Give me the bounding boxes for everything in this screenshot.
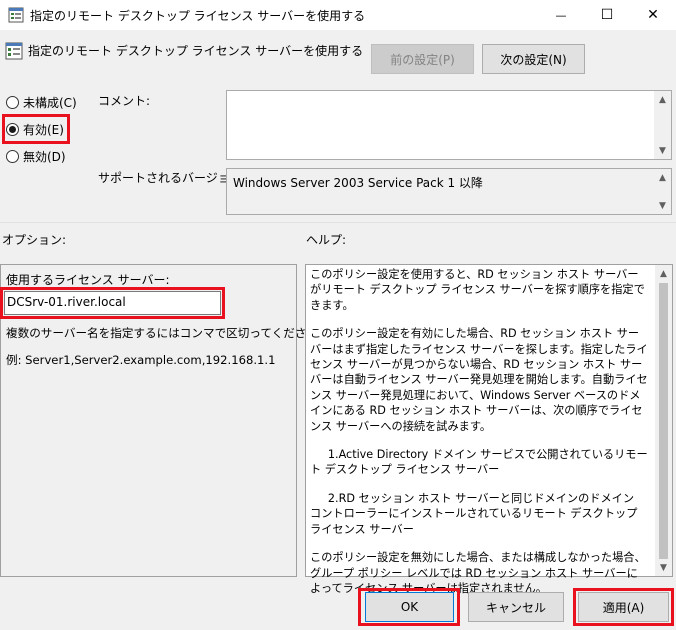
scroll-up-icon[interactable]: ▲ <box>654 91 671 108</box>
minimize-icon: — <box>555 8 567 22</box>
policy-settings-icon <box>5 42 23 60</box>
cancel-button[interactable]: キャンセル <box>468 592 564 622</box>
close-icon: ✕ <box>647 7 659 23</box>
comment-scrollbar[interactable]: ▲ ▼ <box>654 91 671 159</box>
policy-title: 指定のリモート デスクトップ ライセンス サーバーを使用する <box>28 44 364 58</box>
license-server-example: 例: Server1,Server2.example.com,192.168.1… <box>6 353 276 367</box>
help-scrollbar[interactable]: ▲ ▼ <box>655 265 672 576</box>
maximize-button[interactable]: ☐ <box>584 0 630 30</box>
scroll-down-icon[interactable]: ▼ <box>655 559 672 576</box>
next-setting-label: 次の設定(N) <box>500 52 567 67</box>
window-title: 指定のリモート デスクトップ ライセンス サーバーを使用する <box>30 9 366 23</box>
help-paragraph: このポリシー設定を使用すると、RD セッション ホスト サーバーがリモート デス… <box>310 268 645 312</box>
supported-label: サポートされるバージョン: <box>98 171 246 185</box>
comment-label: コメント: <box>98 94 151 108</box>
ok-label: OK <box>400 600 419 614</box>
prev-setting-button[interactable]: 前の設定(P) <box>371 44 474 74</box>
options-section-label: オプション: <box>2 233 67 247</box>
help-section-label: ヘルプ: <box>306 233 347 247</box>
section-divider <box>0 222 676 223</box>
apply-label: 適用(A) <box>602 600 645 615</box>
minimize-button[interactable]: — <box>538 0 584 30</box>
cancel-label: キャンセル <box>485 600 546 615</box>
next-setting-button[interactable]: 次の設定(N) <box>482 44 585 74</box>
radio-enabled[interactable]: 有効(E) <box>6 120 64 138</box>
radio-label: 未構成(C) <box>23 95 77 110</box>
license-server-label: 使用するライセンス サーバー: <box>6 273 170 287</box>
supported-scrollbar[interactable]: ▲ ▼ <box>654 169 671 214</box>
comment-textarea[interactable]: ▲ ▼ <box>226 90 672 160</box>
radio-not-configured[interactable]: 未構成(C) <box>6 93 77 111</box>
radio-disabled[interactable]: 無効(D) <box>6 147 66 165</box>
radio-circle-icon <box>6 95 19 109</box>
scroll-down-icon[interactable]: ▼ <box>654 142 671 159</box>
help-paragraph: 1.Active Directory ドメイン サービスで公開されているリモート… <box>310 448 648 477</box>
scroll-up-icon[interactable]: ▲ <box>655 265 672 282</box>
ok-button[interactable]: OK <box>365 592 454 622</box>
close-button[interactable]: ✕ <box>630 0 676 30</box>
radio-selected-icon <box>6 122 19 136</box>
radio-circle-icon <box>6 149 19 163</box>
policy-settings-icon <box>8 7 24 23</box>
help-paragraph: 2.RD セッション ホスト サーバーと同じドメインのドメイン コントローラーに… <box>310 491 638 536</box>
scroll-down-icon[interactable]: ▼ <box>654 197 671 214</box>
license-server-input[interactable]: DCSrv-01.river.local <box>4 291 221 315</box>
scroll-up-icon[interactable]: ▲ <box>654 169 671 186</box>
prev-setting-label: 前の設定(P) <box>390 52 455 67</box>
apply-button[interactable]: 適用(A) <box>578 592 669 622</box>
supported-box: Windows Server 2003 Service Pack 1 以降 ▲ … <box>226 168 672 215</box>
title-bar: 指定のリモート デスクトップ ライセンス サーバーを使用する — ☐ ✕ <box>0 0 676 30</box>
maximize-icon: ☐ <box>600 7 614 23</box>
help-paragraph: このポリシー設定を有効にした場合、RD セッション ホスト サーバーはまず指定し… <box>310 327 648 433</box>
license-server-hint: 複数のサーバー名を指定するにはコンマで区切ってください。 <box>6 326 330 340</box>
scroll-thumb[interactable] <box>659 283 668 559</box>
radio-label: 有効(E) <box>23 122 64 137</box>
help-text: このポリシー設定を使用すると、RD セッション ホスト サーバーがリモート デス… <box>310 267 648 609</box>
radio-label: 無効(D) <box>23 149 66 164</box>
supported-value: Windows Server 2003 Service Pack 1 以降 <box>233 176 483 190</box>
